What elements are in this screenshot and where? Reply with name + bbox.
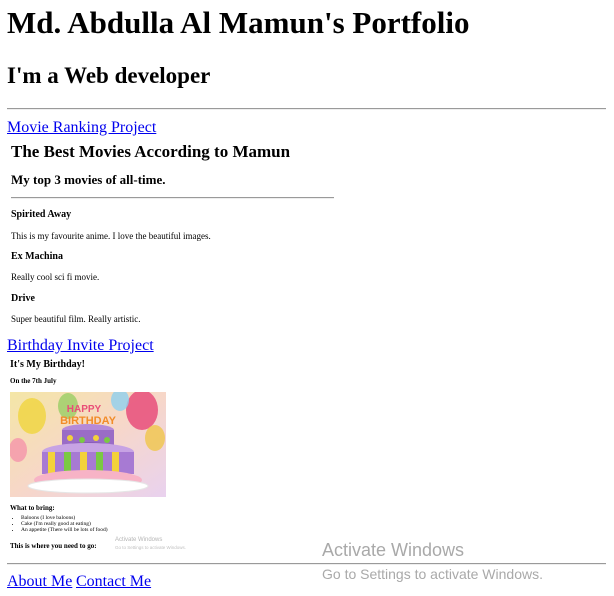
- bring-list: Baloons (I love baloons) Cake (I'm reall…: [9, 515, 108, 533]
- movie-title: Ex Machina: [11, 251, 63, 262]
- movie-title: Spirited Away: [11, 209, 72, 220]
- movie-ranking-link[interactable]: Movie Ranking Project: [7, 119, 156, 137]
- movie-description: Really cool sci fi movie.: [11, 272, 100, 282]
- movie-frame-divider: [11, 197, 334, 199]
- birthday-cake-image: HAPPY BIRTHDAY: [10, 392, 166, 497]
- movie-frame-subtitle: My top 3 movies of all-time.: [11, 172, 166, 187]
- header-divider: [7, 108, 606, 110]
- birthday-date: On the 7th July: [10, 377, 57, 385]
- page-subtitle: I'm a Web developer: [7, 63, 211, 88]
- movie-description: Super beautiful film. Really artistic.: [11, 314, 141, 324]
- portfolio-page: Md. Abdulla Al Mamun's Portfolio I'm a W…: [0, 0, 614, 596]
- list-item: An appetite (There will be lots of food): [21, 527, 108, 533]
- bring-heading: What to bring:: [10, 504, 55, 512]
- page-title: Md. Abdulla Al Mamun's Portfolio: [7, 5, 470, 40]
- movie-description: This is my favourite anime. I love the b…: [11, 231, 211, 241]
- birthday-title: It's My Birthday!: [10, 359, 85, 370]
- inner-activate-windows-hint: Go to Settings to activate Windows.: [115, 545, 187, 550]
- inner-activate-windows-watermark: Activate Windows: [115, 537, 163, 543]
- contact-me-link[interactable]: Contact Me: [76, 573, 151, 591]
- movie-frame-title: The Best Movies According to Mamun: [11, 142, 291, 161]
- directions-heading: This is where you need to go:: [10, 542, 97, 550]
- birthday-invite-link[interactable]: Birthday Invite Project: [7, 337, 154, 355]
- activate-windows-hint: Go to Settings to activate Windows.: [322, 566, 543, 582]
- activate-windows-watermark: Activate Windows: [322, 540, 465, 560]
- about-me-link[interactable]: About Me: [7, 573, 72, 591]
- svg-text:HAPPY: HAPPY: [67, 404, 102, 415]
- footer-divider: [7, 563, 606, 565]
- movie-title: Drive: [11, 293, 35, 304]
